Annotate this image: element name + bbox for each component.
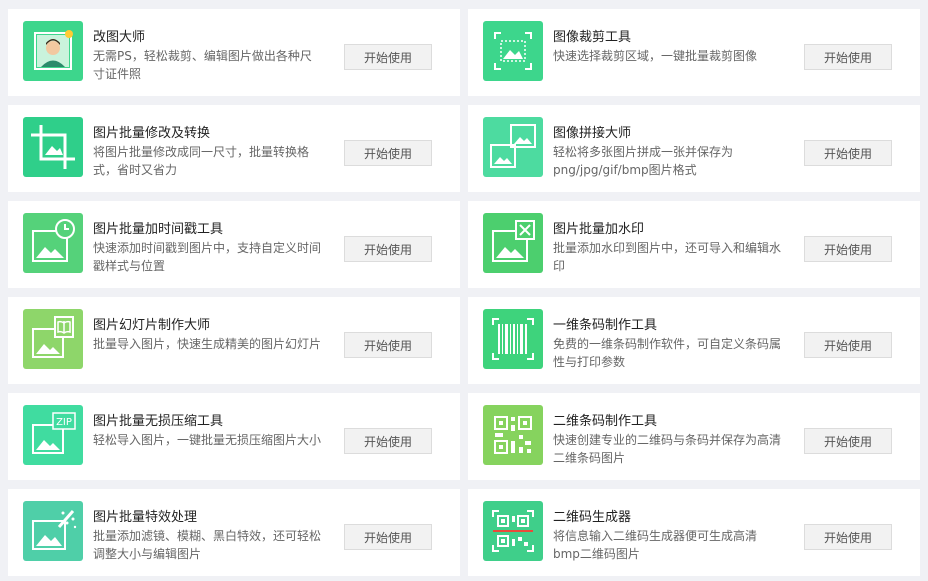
tool-description: 免费的一维条码制作软件，可自定义条码属性与打印参数 [553,337,782,369]
start-button[interactable]: 开始使用 [344,44,432,70]
tool-card-timestamp: 图片批量加时间戳工具 快速添加时间戳到图片中，支持自定义时间戳样式与位置 开始使… [8,201,460,288]
tool-title: 一维条码制作工具 [553,318,658,333]
tool-card-image-crop: 图像裁剪工具 快速选择裁剪区域，一键批量裁剪图像 开始使用 [468,9,920,96]
crop-area-icon [483,21,543,81]
magic-wand-icon [23,501,83,561]
tool-card-batch-resize: 图片批量修改及转换 将图片批量修改成同一尺寸，批量转换格式，省时又省力 开始使用 [8,105,460,192]
svg-text:ZIP: ZIP [56,417,72,428]
tool-title: 图像拼接大师 [553,126,632,141]
qr-generator-icon [483,501,543,561]
tool-card-barcode: 一维条码制作工具 免费的一维条码制作软件，可自定义条码属性与打印参数 开始使用 [468,297,920,384]
start-button[interactable]: 开始使用 [804,332,892,358]
tool-title: 图片幻灯片制作大师 [93,318,211,333]
start-button[interactable]: 开始使用 [804,140,892,166]
tool-title: 二维条码制作工具 [553,414,658,429]
tool-description: 快速添加时间戳到图片中，支持自定义时间戳样式与位置 [93,241,322,273]
start-button[interactable]: 开始使用 [344,236,432,262]
slideshow-icon [23,309,83,369]
start-button[interactable]: 开始使用 [804,44,892,70]
timestamp-icon [23,213,83,273]
tool-card-image-stitch: 图像拼接大师 轻松将多张图片拼成一张并保存为png/jpg/gif/bmp图片格… [468,105,920,192]
tool-title: 图片批量无损压缩工具 [93,414,224,429]
tool-card-qr-generator: 二维码生成器 将信息输入二维码生成器便可生成高清bmp二维码图片 开始使用 [468,489,920,576]
tool-description: 批量导入图片，快速生成精美的图片幻灯片 [93,337,322,351]
tool-description: 将信息输入二维码生成器便可生成高清bmp二维码图片 [553,529,758,561]
start-button[interactable]: 开始使用 [344,428,432,454]
tool-grid: 改图大师 无需PS，轻松裁剪、编辑图片做出各种尺寸证件照 开始使用 图像裁剪工具… [8,9,920,576]
zip-compress-icon: ZIP [23,405,83,465]
tool-title: 图片批量修改及转换 [93,126,211,141]
start-button[interactable]: 开始使用 [344,332,432,358]
tool-title: 图片批量加时间戳工具 [93,222,224,237]
tool-card-watermark: 图片批量加水印 批量添加水印到图片中，还可导入和编辑水印 开始使用 [468,201,920,288]
tool-card-qrcode: 二维条码制作工具 快速创建专业的二维码与条码并保存为高清二维条码图片 开始使用 [468,393,920,480]
start-button[interactable]: 开始使用 [804,524,892,550]
tool-title: 二维码生成器 [553,510,632,525]
watermark-icon [483,213,543,273]
id-photo-icon [23,21,83,81]
start-button[interactable]: 开始使用 [344,140,432,166]
image-stitch-icon [483,117,543,177]
tool-description: 轻松导入图片，一键批量无损压缩图片大小 [93,433,322,447]
tool-description: 批量添加滤镜、模糊、黑白特效，还可轻松调整大小与编辑图片 [93,529,322,561]
crop-resize-icon [23,117,83,177]
tool-description: 轻松将多张图片拼成一张并保存为png/jpg/gif/bmp图片格式 [553,145,734,177]
tool-card-id-photo: 改图大师 无需PS，轻松裁剪、编辑图片做出各种尺寸证件照 开始使用 [8,9,460,96]
tool-card-slideshow: 图片幻灯片制作大师 批量导入图片，快速生成精美的图片幻灯片 开始使用 [8,297,460,384]
tool-description: 无需PS，轻松裁剪、编辑图片做出各种尺寸证件照 [93,49,312,81]
tool-card-effects: 图片批量特效处理 批量添加滤镜、模糊、黑白特效，还可轻松调整大小与编辑图片 开始… [8,489,460,576]
tool-description: 将图片批量修改成同一尺寸，批量转换格式，省时又省力 [93,145,310,177]
tool-title: 图片批量加水印 [553,222,645,237]
tool-card-compress: ZIP 图片批量无损压缩工具 轻松导入图片，一键批量无损压缩图片大小 开始使用 [8,393,460,480]
start-button[interactable]: 开始使用 [804,236,892,262]
start-button[interactable]: 开始使用 [804,428,892,454]
start-button[interactable]: 开始使用 [344,524,432,550]
tool-title: 改图大师 [93,30,146,45]
tool-description: 批量添加水印到图片中，还可导入和编辑水印 [553,241,782,273]
tool-title: 图片批量特效处理 [93,510,198,525]
qrcode-icon [483,405,543,465]
tool-title: 图像裁剪工具 [553,30,632,45]
tool-description: 快速创建专业的二维码与条码并保存为高清二维条码图片 [553,433,782,465]
barcode-icon [483,309,543,369]
tool-description: 快速选择裁剪区域，一键批量裁剪图像 [553,49,758,63]
